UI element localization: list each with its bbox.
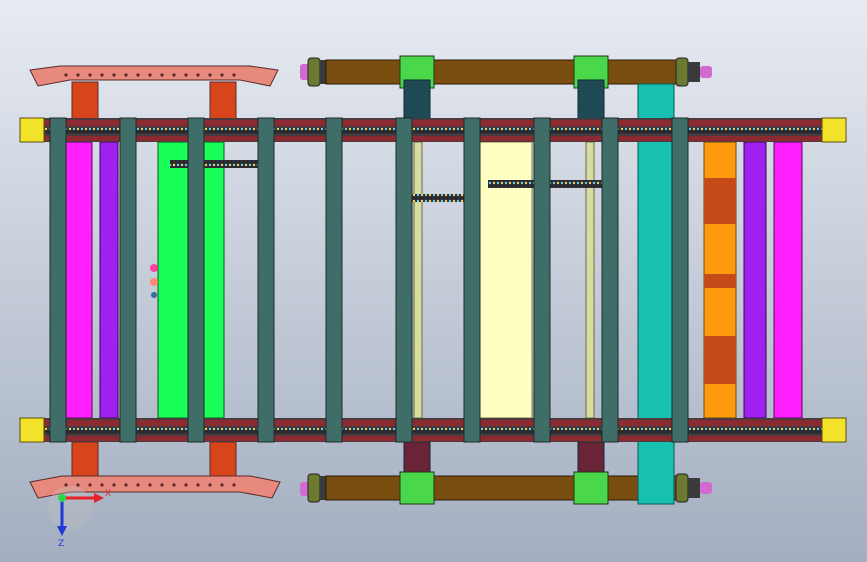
assembly-view[interactable]: X Z <box>0 0 867 562</box>
indicator-dot <box>150 264 158 272</box>
bracket-post <box>209 441 237 477</box>
crossbar[interactable] <box>187 117 205 443</box>
rust-block <box>704 178 736 224</box>
rust-block <box>704 336 736 384</box>
top-rail[interactable] <box>19 117 847 143</box>
bottom-rail[interactable] <box>19 417 847 443</box>
chain-track <box>548 180 604 188</box>
crossbar[interactable] <box>49 117 67 443</box>
rail-end-cap <box>19 417 45 443</box>
rail-end-cap <box>821 417 847 443</box>
magenta-panel-right[interactable] <box>773 141 803 419</box>
indicator-dot <box>150 278 158 286</box>
purple-panel-left[interactable] <box>99 141 119 419</box>
shaft-left <box>413 141 423 419</box>
axis-x-label: X <box>105 489 111 499</box>
rail-end-cap <box>821 117 847 143</box>
crossbar[interactable] <box>395 117 413 443</box>
magenta-panel-left[interactable] <box>65 141 93 419</box>
axis-z-label: Z <box>58 539 64 549</box>
bracket-post <box>71 81 99 121</box>
crossbar[interactable] <box>119 117 137 443</box>
crossbar[interactable] <box>601 117 619 443</box>
purple-panel-right[interactable] <box>743 141 767 419</box>
chain-track <box>410 194 466 202</box>
rail-end-cap <box>19 117 45 143</box>
cad-viewport[interactable]: X Z <box>0 0 867 562</box>
rust-block <box>704 274 736 288</box>
bracket-post <box>71 441 99 477</box>
crossbar[interactable] <box>325 117 343 443</box>
chain-track <box>170 160 260 168</box>
crossbar[interactable] <box>257 117 275 443</box>
crossbar[interactable] <box>463 117 481 443</box>
bracket-post <box>209 81 237 121</box>
crossbar[interactable] <box>533 117 551 443</box>
crossbar[interactable] <box>671 117 689 443</box>
indicator-dot <box>151 292 157 298</box>
